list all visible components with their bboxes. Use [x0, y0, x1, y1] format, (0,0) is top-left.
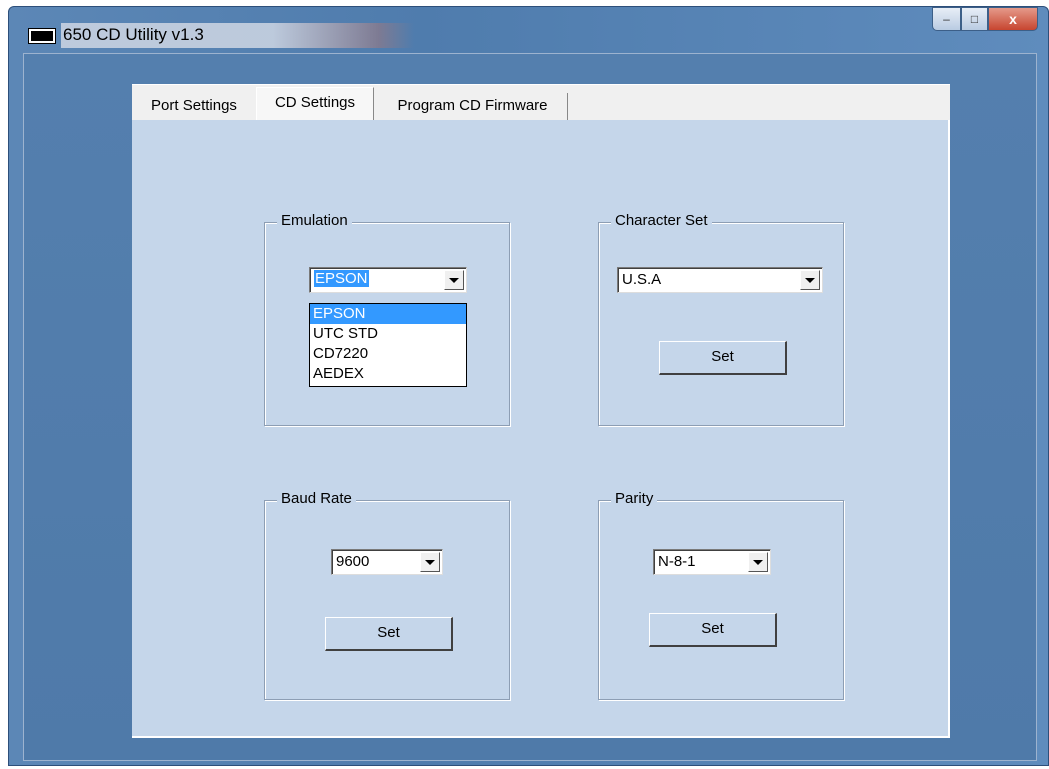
- close-button[interactable]: x: [988, 7, 1038, 31]
- app-window: 650 CD Utility v1.3 – □ x Port Settings …: [8, 6, 1049, 766]
- minimize-button[interactable]: –: [932, 7, 961, 31]
- tab-port-settings[interactable]: Port Settings: [134, 93, 254, 121]
- character-set-dropdown-arrow[interactable]: [800, 270, 820, 290]
- chevron-down-icon: [425, 559, 435, 565]
- emulation-group-label: Emulation: [277, 212, 352, 229]
- baud-rate-dropdown-arrow[interactable]: [420, 552, 440, 572]
- emulation-dropdown-list: EPSON UTC STD CD7220 AEDEX: [309, 303, 467, 387]
- parity-group-label: Parity: [611, 490, 658, 507]
- character-set-combo[interactable]: U.S.A: [617, 267, 823, 293]
- cd-settings-page: Emulation EPSON EPSON UTC STD CD7220 AED…: [132, 120, 950, 738]
- baud-rate-group-label: Baud Rate: [277, 490, 356, 507]
- emulation-option-cd7220[interactable]: CD7220: [310, 344, 466, 364]
- parity-value: N-8-1: [658, 553, 696, 570]
- character-set-group: Character Set U.S.A Set: [598, 212, 844, 426]
- parity-group: Parity N-8-1 Set: [598, 490, 844, 700]
- baud-rate-group: Baud Rate 9600 Set: [264, 490, 510, 700]
- parity-combo[interactable]: N-8-1: [653, 549, 771, 575]
- chevron-down-icon: [753, 559, 763, 565]
- emulation-option-aedex[interactable]: AEDEX: [310, 364, 466, 384]
- baud-rate-value: 9600: [336, 553, 370, 570]
- window-title: 650 CD Utility v1.3: [61, 23, 414, 48]
- emulation-option-utc-std[interactable]: UTC STD: [310, 324, 466, 344]
- close-icon: x: [1009, 11, 1017, 27]
- chevron-down-icon: [449, 277, 459, 283]
- baud-rate-combo[interactable]: 9600: [331, 549, 443, 575]
- parity-dropdown-arrow[interactable]: [748, 552, 768, 572]
- character-set-set-button[interactable]: Set: [659, 341, 787, 375]
- emulation-group: Emulation EPSON EPSON UTC STD CD7220 AED…: [264, 212, 510, 426]
- emulation-dropdown-arrow[interactable]: [444, 270, 464, 290]
- tab-strip: Port Settings CD Settings Program CD Fir…: [132, 84, 950, 121]
- tab-cd-settings[interactable]: CD Settings: [256, 87, 374, 121]
- app-icon: [28, 28, 56, 44]
- title-bar[interactable]: 650 CD Utility v1.3 – □ x: [9, 7, 1048, 55]
- character-set-group-label: Character Set: [611, 212, 712, 229]
- caption-buttons: – □ x: [932, 7, 1038, 33]
- emulation-value: EPSON: [314, 270, 369, 287]
- chevron-down-icon: [805, 277, 815, 283]
- tab-program-cd-firmware[interactable]: Program CD Firmware: [378, 93, 568, 121]
- character-set-value: U.S.A: [622, 271, 662, 288]
- emulation-option-epson[interactable]: EPSON: [310, 304, 466, 324]
- maximize-icon: □: [970, 12, 979, 26]
- minimize-icon: –: [943, 12, 950, 26]
- maximize-button[interactable]: □: [961, 7, 988, 31]
- parity-set-button[interactable]: Set: [649, 613, 777, 647]
- emulation-combo[interactable]: EPSON: [309, 267, 467, 293]
- baud-rate-set-button[interactable]: Set: [325, 617, 453, 651]
- client-area: Port Settings CD Settings Program CD Fir…: [23, 53, 1037, 761]
